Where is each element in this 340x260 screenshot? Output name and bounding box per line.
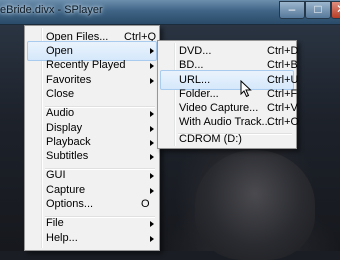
menu-item-subtitles[interactable]: Subtitles — [27, 147, 157, 167]
submenu-arrow-icon — [150, 173, 154, 179]
submenu-arrow-icon — [150, 221, 154, 227]
video-frame-figure — [195, 150, 315, 260]
submenu-arrow-icon — [150, 154, 154, 160]
menu-item-label: CDROM (D:) — [179, 133, 242, 145]
window-title: eBride.divx - SPlayer — [0, 4, 103, 16]
submenu-arrow-icon — [150, 126, 154, 132]
submenu-arrow-icon — [150, 236, 154, 242]
menu-item-label: Help... — [46, 232, 78, 244]
menu-item-shortcut: O — [141, 198, 150, 210]
menu-item-label: Options... — [46, 198, 94, 210]
maximize-button[interactable]: □ — [305, 1, 331, 19]
menu-item-label: Subtitles — [46, 150, 89, 162]
context-menu: Open Files... Ctrl+Q Open Recently Playe… — [24, 25, 160, 251]
submenu-arrow-icon — [150, 111, 154, 117]
submenu-arrow-icon — [150, 140, 154, 146]
menu-item-shortcut: Ctrl+O — [267, 116, 300, 128]
maximize-icon: □ — [314, 2, 322, 16]
minimize-button[interactable]: – — [279, 1, 305, 19]
minimize-icon: – — [288, 2, 296, 16]
window-titlebar: eBride.divx - SPlayer – □ ✕ — [0, 0, 340, 25]
submenu-item-cdrom[interactable]: CDROM (D:) — [160, 132, 294, 148]
menu-item-options[interactable]: Options... O — [27, 195, 157, 215]
close-icon: ✕ — [336, 2, 340, 16]
mouse-cursor-icon — [240, 80, 252, 98]
menu-item-label: Close — [46, 88, 75, 100]
open-submenu: DVD... Ctrl+D BD... Ctrl+B URL... Ctrl+U… — [157, 40, 300, 149]
submenu-arrow-icon — [150, 63, 154, 69]
menu-item-help[interactable]: Help... — [27, 229, 157, 249]
close-button[interactable]: ✕ — [331, 1, 340, 19]
submenu-arrow-icon — [150, 48, 154, 54]
submenu-arrow-icon — [150, 78, 154, 84]
menu-item-close[interactable]: Close — [27, 85, 157, 105]
submenu-arrow-icon — [150, 188, 154, 194]
